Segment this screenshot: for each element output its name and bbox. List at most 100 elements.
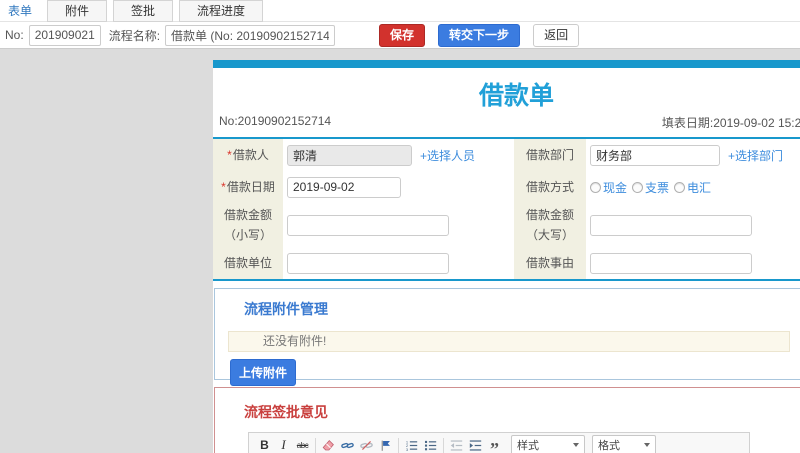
required-mark: * [221, 180, 226, 194]
remove-format-button[interactable] [319, 436, 338, 453]
process-name-label: 流程名称: [108, 28, 161, 43]
toolbar-separator [398, 437, 399, 453]
loan-method-cell: 现金 支票 电汇 [586, 171, 800, 203]
page-title: 借款单 [478, 82, 554, 110]
approval-section: 流程签批意见 B I abc 1 2 3 ” 样式 格式 [214, 387, 800, 453]
caret-down-icon [644, 443, 650, 447]
radio-icon[interactable] [632, 181, 644, 193]
anchor-button[interactable] [376, 436, 395, 453]
amount-small-label-text: 借款金额（小写） [223, 208, 272, 242]
bold-icon: B [260, 438, 269, 452]
no-input[interactable] [28, 24, 101, 46]
department-cell: +选择部门 [586, 139, 800, 171]
forward-next-step-button[interactable]: 转交下一步 [438, 23, 521, 47]
unlink-button[interactable] [357, 436, 376, 453]
loan-method-label-text: 借款方式 [525, 180, 574, 194]
amount-small-label: 借款金额（小写） [213, 203, 283, 247]
amount-small-cell [283, 203, 514, 247]
bulleted-list-button[interactable] [421, 436, 440, 453]
amount-small-input[interactable] [287, 214, 449, 236]
radio-label-wire: 电汇 [687, 180, 712, 195]
loan-date-label: * 借款日期 [213, 171, 283, 203]
italic-button[interactable]: I [274, 436, 293, 453]
strikethrough-button[interactable]: abc [293, 436, 312, 453]
strikethrough-icon: abc [296, 440, 309, 450]
loan-reason-label-text: 借款事由 [525, 256, 574, 270]
tab-attachment[interactable]: 附件 [47, 0, 108, 22]
approval-section-title: 流程签批意见 [244, 404, 328, 420]
radio-icon[interactable] [674, 181, 686, 193]
panel-top-accent-bar [213, 60, 800, 68]
loan-reason-cell [586, 247, 800, 279]
department-label: 借款部门 [514, 139, 586, 171]
radio-icon[interactable] [590, 181, 601, 193]
unlink-icon [360, 440, 373, 450]
style-dropdown[interactable]: 样式 [511, 435, 585, 453]
tab-bar: 表单 附件 签批 流程进度 [0, 0, 800, 22]
style-dropdown-label: 样式 [517, 440, 539, 452]
bulleted-list-icon [424, 440, 437, 450]
radio-label-check: 支票 [645, 180, 670, 195]
amount-big-input[interactable] [590, 214, 752, 236]
bold-button[interactable]: B [255, 436, 274, 453]
outdent-icon [450, 439, 463, 451]
loan-date-cell [283, 171, 514, 203]
required-mark: * [227, 148, 232, 162]
tab-progress[interactable]: 流程进度 [179, 0, 264, 22]
amount-big-label: 借款金额（大写） [514, 203, 586, 247]
indent-icon [469, 439, 482, 451]
radio-option-wire[interactable]: 电汇 [674, 179, 711, 196]
numbered-list-button[interactable]: 123 [402, 436, 421, 453]
loan-unit-cell [283, 247, 514, 279]
borrower-label-text: 借款人 [232, 148, 269, 162]
tab-approval[interactable]: 签批 [113, 0, 174, 22]
department-input[interactable] [590, 144, 720, 166]
loan-method-label: 借款方式 [514, 171, 586, 203]
meta-row: No:20190902152714 填表日期:2019-09-02 15:27:… [213, 114, 800, 137]
anchor-flag-icon [381, 440, 390, 451]
back-button[interactable]: 返回 [533, 23, 580, 47]
amount-big-label-text: 借款金额（大写） [525, 208, 574, 242]
radio-label-cash: 现金 [603, 180, 628, 195]
borrower-label: * 借款人 [213, 139, 283, 171]
caret-down-icon [573, 443, 579, 447]
process-name-input[interactable] [165, 24, 336, 46]
borrower-input[interactable] [287, 144, 412, 166]
blockquote-button[interactable]: ” [485, 436, 504, 453]
attachment-empty-message: 还没有附件! [228, 331, 790, 352]
radio-option-cash[interactable]: 现金 [590, 179, 627, 196]
outdent-button[interactable] [447, 436, 466, 453]
select-person-link[interactable]: +选择人员 [420, 147, 475, 164]
loan-reason-input[interactable] [590, 252, 752, 274]
editor-toolbar: B I abc 1 2 3 ” 样式 格式 [249, 433, 749, 453]
attachment-section-title: 流程附件管理 [244, 301, 328, 317]
loan-form: * 借款人 +选择人员 借款部门 +选择部门 * 借款日期 [213, 139, 800, 279]
amount-big-cell [586, 203, 800, 247]
no-label: No: [5, 28, 24, 42]
department-label-text: 借款部门 [525, 148, 574, 162]
blockquote-icon: ” [490, 439, 499, 453]
link-button[interactable] [338, 436, 357, 453]
content-area: 借款单 No:20190902152714 填表日期:2019-09-02 15… [0, 49, 800, 453]
indent-button[interactable] [466, 436, 485, 453]
tab-form[interactable]: 表单 [8, 2, 41, 19]
loan-reason-label: 借款事由 [514, 247, 586, 279]
top-toolbar: No: 流程名称: 保存 转交下一步 返回 [0, 22, 800, 49]
divider-bottom [213, 279, 800, 281]
eraser-icon [322, 439, 334, 450]
format-dropdown[interactable]: 格式 [592, 435, 656, 453]
form-panel: 借款单 No:20190902152714 填表日期:2019-09-02 15… [213, 60, 800, 453]
loan-unit-input[interactable] [287, 252, 449, 274]
italic-icon: I [281, 437, 286, 452]
borrower-cell: +选择人员 [283, 139, 514, 171]
loan-unit-label: 借款单位 [213, 247, 283, 279]
upload-attachment-button[interactable]: 上传附件 [230, 359, 297, 386]
radio-option-check[interactable]: 支票 [632, 179, 669, 196]
select-department-link[interactable]: +选择部门 [728, 147, 783, 164]
attachment-section: 流程附件管理 还没有附件! 上传附件 [214, 288, 800, 386]
svg-text:3: 3 [406, 446, 409, 451]
save-button[interactable]: 保存 [379, 23, 426, 47]
loan-date-input[interactable] [287, 176, 401, 198]
loan-unit-label-text: 借款单位 [223, 256, 272, 270]
fill-date: 填表日期:2019-09-02 15:27:1 [661, 116, 800, 130]
